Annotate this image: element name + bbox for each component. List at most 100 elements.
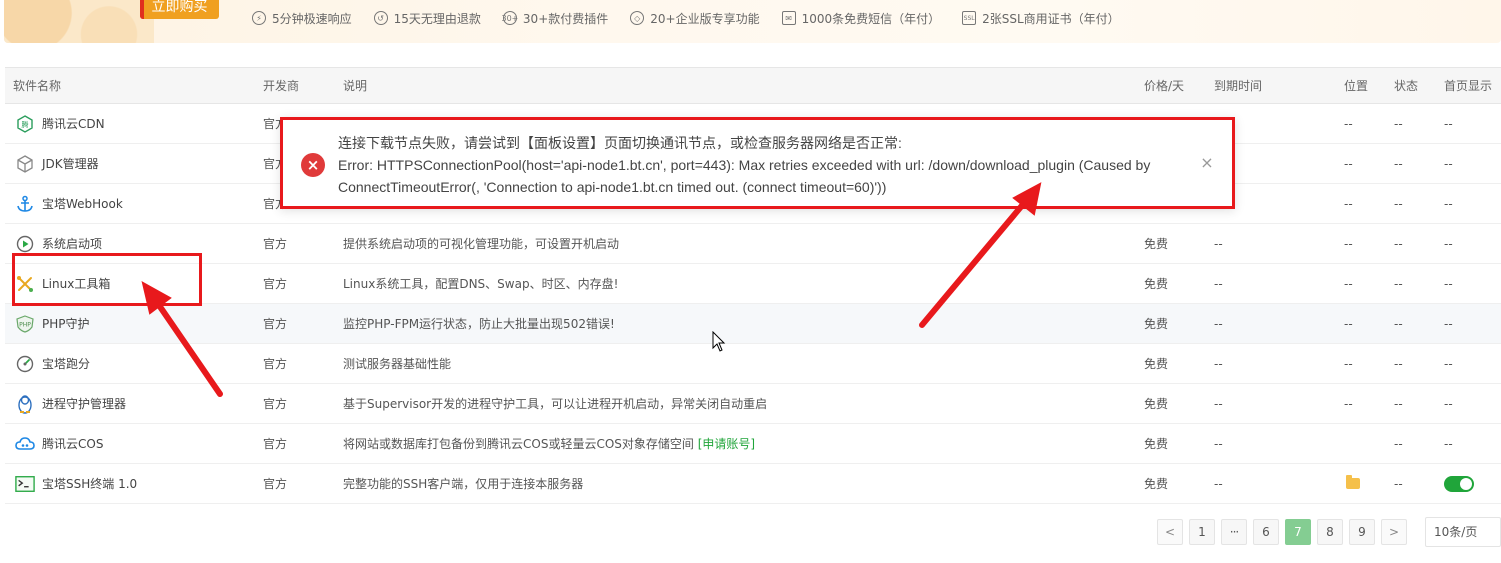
- svg-text:PHP: PHP: [19, 322, 31, 329]
- price: 免费: [1144, 317, 1169, 331]
- home-display-toggle[interactable]: [1444, 476, 1474, 492]
- description: 完整功能的SSH客户端，仅用于连接本服务器: [343, 464, 583, 504]
- home-display: --: [1444, 317, 1453, 331]
- header-status: 状态: [1394, 79, 1419, 93]
- page-button[interactable]: 8: [1317, 519, 1343, 545]
- plugin-name-cell[interactable]: 腾 腾讯云CDN: [15, 104, 105, 144]
- developer: 官方: [263, 477, 288, 491]
- plugin-name-cell[interactable]: 宝塔WebHook: [15, 184, 123, 224]
- refund-icon: ↺: [373, 11, 388, 25]
- ssl-shield-icon: SSL: [962, 11, 977, 25]
- error-message-line2: Error: HTTPSConnectionPool(host='api-nod…: [338, 157, 1151, 195]
- home-display: --: [1444, 277, 1453, 291]
- status: --: [1394, 197, 1403, 211]
- price: 免费: [1144, 237, 1169, 251]
- mouse-cursor-icon: [712, 331, 726, 352]
- table-row[interactable]: 系统启动项 官方 提供系统启动项的可视化管理功能，可设置开机启动 免费 -- -- -- --: [5, 224, 1501, 264]
- position: --: [1344, 117, 1353, 131]
- next-page-button[interactable]: >: [1381, 519, 1407, 545]
- plugin-name-cell[interactable]: 进程守护管理器: [15, 384, 126, 424]
- buy-now-button[interactable]: 立即购买: [140, 0, 219, 19]
- apply-account-link[interactable]: [申请账号]: [698, 437, 755, 451]
- price: 免费: [1144, 437, 1169, 451]
- page-button[interactable]: 1: [1189, 519, 1215, 545]
- prev-page-button[interactable]: <: [1157, 519, 1183, 545]
- pagination: < 1 ··· 6 7 8 9 >: [1157, 519, 1407, 545]
- developer: 官方: [263, 437, 288, 451]
- position: --: [1344, 317, 1353, 331]
- header-description: 说明: [343, 79, 368, 93]
- plugin-name-cell[interactable]: JDK管理器: [15, 144, 99, 184]
- plugin-name-cell[interactable]: 腾讯云COS: [15, 424, 103, 464]
- folder-icon[interactable]: [1346, 475, 1360, 489]
- status: --: [1394, 437, 1403, 451]
- perk-label: 20+企业版专享功能: [650, 11, 760, 26]
- plugin-name[interactable]: 进程守护管理器: [42, 384, 126, 424]
- perk-list: ⚡ 5分钟极速响应 ↺ 15天无理由退款 30+ 30+款付费插件 ◇ 20+企…: [252, 9, 1142, 27]
- plugin-30-icon: 30+: [501, 11, 518, 25]
- description: 测试服务器基础性能: [343, 344, 451, 384]
- page-button-current[interactable]: 7: [1285, 519, 1311, 545]
- page-ellipsis[interactable]: ···: [1221, 519, 1247, 545]
- expire-time: --: [1214, 437, 1223, 451]
- table-row[interactable]: 腾讯云COS 官方 将网站或数据库打包备份到腾讯云COS或轻量云COS对象存储空间 …: [5, 424, 1501, 464]
- expire-time: --: [1214, 357, 1223, 371]
- plugin-name-cell[interactable]: PHP PHP守护: [15, 304, 90, 344]
- table-row[interactable]: 宝塔跑分 官方 测试服务器基础性能 免费 -- -- -- --: [5, 344, 1501, 384]
- plugin-name-cell[interactable]: 宝塔跑分: [15, 344, 90, 384]
- home-display: --: [1444, 237, 1453, 251]
- plugin-name[interactable]: PHP守护: [42, 304, 90, 344]
- expire-time: --: [1214, 477, 1223, 491]
- description: 将网站或数据库打包备份到腾讯云COS或轻量云COS对象存储空间 [申请账号]: [343, 424, 755, 464]
- description-text: 测试服务器基础性能: [343, 357, 452, 371]
- position: --: [1344, 397, 1353, 411]
- plugin-name-cell[interactable]: 宝塔SSH终端 1.0: [15, 464, 137, 504]
- home-display: --: [1444, 157, 1453, 171]
- page-button[interactable]: 6: [1253, 519, 1279, 545]
- header-price[interactable]: 价格/天: [1144, 68, 1184, 104]
- php-shield-icon: PHP: [15, 314, 35, 334]
- lightning-clock-icon: ⚡: [252, 11, 266, 25]
- anchor-icon: [15, 194, 35, 214]
- gauge-icon: [15, 354, 35, 374]
- developer: 官方: [263, 357, 288, 371]
- perk-label: 1000条免费短信（年付）: [801, 11, 941, 26]
- table-row[interactable]: Linux工具箱 官方 Linux系统工具，配置DNS、Swap、时区、内存盘! 免费…: [5, 264, 1501, 304]
- status: --: [1394, 157, 1403, 171]
- tencent-cdn-icon: 腾: [15, 114, 35, 134]
- plugin-name[interactable]: 宝塔WebHook: [42, 184, 123, 224]
- developer: 官方: [263, 277, 288, 291]
- mail-icon: ✉: [781, 11, 796, 25]
- expire-time: --: [1214, 317, 1223, 331]
- price: 免费: [1144, 357, 1169, 371]
- annotation-highlight-box: [12, 253, 202, 306]
- plugin-name[interactable]: 宝塔SSH终端 1.0: [42, 464, 137, 504]
- per-page-select[interactable]: 10条/页: [1425, 517, 1501, 547]
- plugin-name[interactable]: 腾讯云CDN: [42, 104, 105, 144]
- error-toast: × 连接下载节点失败，请尝试到【面板设置】页面切换通讯节点，或检查服务器网络是否…: [280, 117, 1235, 209]
- banner-decoration: [4, 0, 154, 43]
- status: --: [1394, 117, 1403, 131]
- plugin-name[interactable]: 宝塔跑分: [42, 344, 90, 384]
- expire-time: --: [1214, 397, 1223, 411]
- perk-item: ◇ 20+企业版专享功能: [630, 9, 760, 27]
- page-button[interactable]: 9: [1349, 519, 1375, 545]
- plugin-name[interactable]: 腾讯云COS: [42, 424, 103, 464]
- status: --: [1394, 237, 1403, 251]
- table-row[interactable]: 宝塔SSH终端 1.0 官方 完整功能的SSH客户端，仅用于连接本服务器 免费 -- --: [5, 464, 1501, 504]
- table-row[interactable]: PHP PHP守护 官方 监控PHP-FPM运行状态，防止大批量出现502错误! 免费 -…: [5, 304, 1501, 344]
- terminal-icon: [15, 474, 35, 494]
- position: --: [1344, 237, 1353, 251]
- header-position: 位置: [1344, 79, 1369, 93]
- plugin-name[interactable]: JDK管理器: [42, 144, 99, 184]
- svg-text:腾: 腾: [22, 120, 29, 129]
- home-display: --: [1444, 397, 1453, 411]
- header-expire: 到期时间: [1214, 79, 1263, 93]
- table-row[interactable]: 进程守护管理器 官方 基于Supervisor开发的进程守护工具，可以让进程开机启动…: [5, 384, 1501, 424]
- play-circle-icon: [15, 234, 35, 254]
- close-icon[interactable]: ×: [1198, 154, 1216, 172]
- description-text: 基于Supervisor开发的进程守护工具，可以让进程开机启动，异常关闭自动重启: [343, 397, 768, 411]
- perk-label: 5分钟极速响应: [272, 11, 352, 26]
- position: --: [1344, 357, 1353, 371]
- tencent-cos-icon: [15, 434, 35, 454]
